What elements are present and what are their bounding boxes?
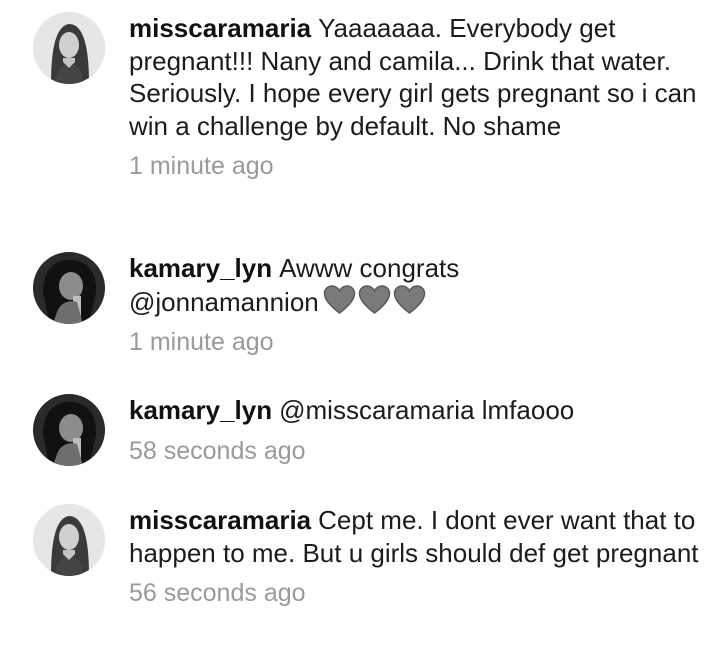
emoji-group xyxy=(323,284,426,315)
comment-timestamp: 1 minute ago xyxy=(129,152,274,180)
comment-username[interactable]: misscaramaria xyxy=(129,13,311,43)
comment-timestamp: 1 minute ago xyxy=(129,328,274,356)
avatar-woman-dark-icon xyxy=(33,252,105,324)
grey-heart-icon xyxy=(393,284,426,315)
grey-heart-icon xyxy=(323,284,356,315)
comment-username[interactable]: kamary_lyn xyxy=(129,253,272,283)
comment-username[interactable]: misscaramaria xyxy=(129,505,311,535)
comment-text: misscaramaria Cept me. I dont ever want t… xyxy=(129,504,699,569)
comment-text: kamary_lyn Awww congrats @jonnamannion xyxy=(129,252,699,318)
avatar[interactable] xyxy=(33,252,105,324)
comment-timestamp: 58 seconds ago xyxy=(129,436,306,465)
comment-text: kamary_lyn @misscaramaria lmfaooo xyxy=(129,394,699,427)
comment-username[interactable]: kamary_lyn xyxy=(129,395,272,425)
avatar-woman-dark-icon xyxy=(33,394,105,466)
comment-text: misscaramaria Yaaaaaaa. Everybody get pre… xyxy=(129,12,699,142)
mention-link[interactable]: @jonnamannion xyxy=(129,287,319,317)
avatar-woman-light-icon xyxy=(33,12,105,84)
grey-heart-icon xyxy=(358,284,391,315)
comment-body: @misscaramaria lmfaooo xyxy=(279,395,575,425)
avatar[interactable] xyxy=(33,504,105,576)
avatar-woman-light-icon xyxy=(33,504,105,576)
comment-timestamp: 56 seconds ago xyxy=(129,579,306,607)
comment-body: Awww congrats xyxy=(279,253,460,283)
avatar[interactable] xyxy=(33,394,105,466)
avatar[interactable] xyxy=(33,12,105,84)
